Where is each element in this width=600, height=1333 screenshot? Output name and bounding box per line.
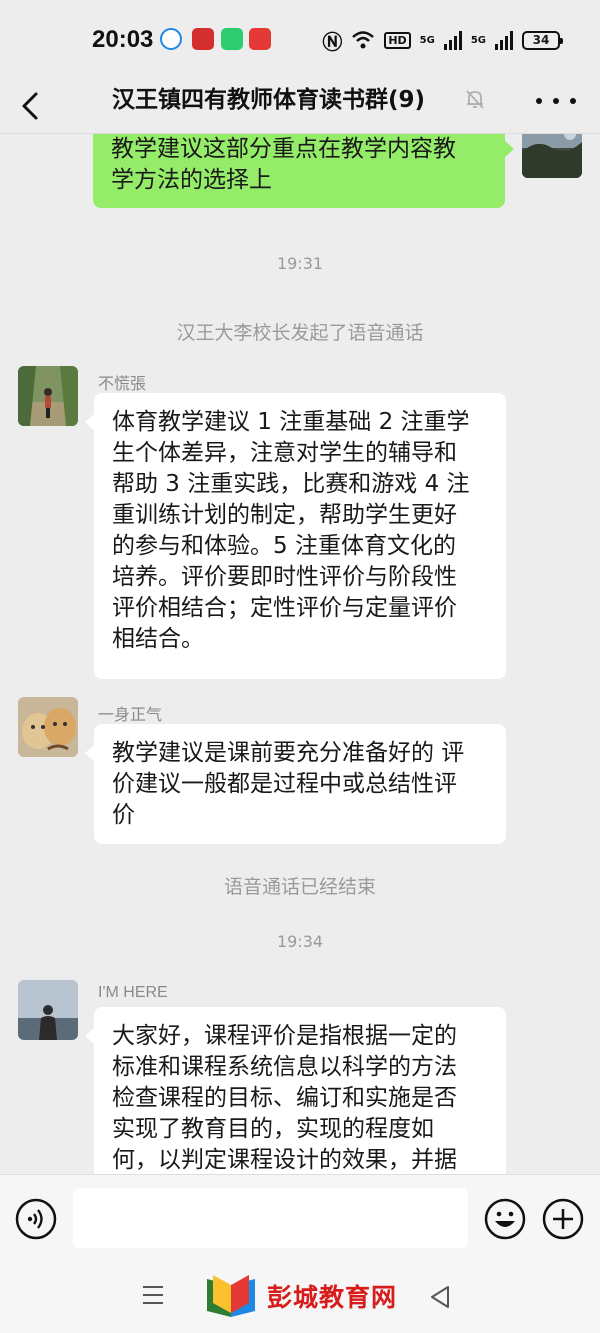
status-time: 20:03 [92, 26, 154, 53]
watermark-logo [207, 1275, 255, 1317]
plus-icon [542, 1198, 584, 1240]
system-icons: Ⓝ HD 5G 5G 34 [322, 28, 563, 54]
chat-title: 汉王镇四有教师体育读书群(9) [112, 87, 426, 113]
more-button[interactable] [536, 86, 576, 116]
sender-name: 不慌張 [98, 374, 147, 393]
timestamp: 19:34 [276, 932, 324, 951]
timestamp: 19:31 [276, 254, 324, 273]
message-bubble[interactable]: 大家好，课程评价是指根据一定的 标准和课程系统信息以科学的方法 检查课程的目标、… [85, 1007, 506, 1174]
hd-icon: HD [384, 31, 411, 49]
watermark: 彭城教育网 [205, 1266, 397, 1326]
sender-name: I'M HERE [98, 984, 168, 1001]
emoji-button[interactable] [483, 1197, 527, 1241]
back-button[interactable] [14, 86, 50, 126]
back-key-icon[interactable] [428, 1284, 452, 1310]
avatar[interactable] [18, 697, 78, 757]
chat-header: 汉王镇四有教师体育读书群(9) [0, 78, 600, 134]
status-bar: 20:03 Ⓝ HD 5G 5G 34 [0, 0, 600, 78]
back-icon [22, 92, 38, 120]
message-bubble[interactable]: 教学建议是课前要充分准备好的 评 价建议一般都是过程中或总结性评 价 [85, 724, 506, 844]
message-app-icon [221, 28, 243, 50]
more-icon [536, 98, 542, 104]
location-app-icon [160, 28, 182, 50]
voice-button[interactable] [14, 1197, 58, 1241]
message-list[interactable]: 教学建议这部分重点在教学内容教 学方法的选择上 19:31 汉王大李校长发起了语… [0, 134, 600, 1174]
battery-icon: 34 [522, 30, 563, 50]
system-nav-bar: 彭城教育网 [0, 1264, 600, 1333]
input-bar [0, 1174, 600, 1264]
menu-key-icon[interactable] [143, 1286, 163, 1306]
signal-label-1: 5G [419, 34, 435, 46]
self-avatar[interactable] [522, 134, 582, 178]
avatar[interactable] [18, 980, 78, 1040]
shop-app-icon [249, 28, 271, 50]
emoji-icon [484, 1198, 526, 1240]
wifi-icon [352, 31, 375, 49]
system-message: 语音通话已经结束 [223, 876, 376, 898]
plus-button[interactable] [541, 1197, 585, 1241]
message-bubble[interactable]: 体育教学建议 1 注重基础 2 注重学 生个体差异，注意对学生的辅导和 帮助 3… [85, 393, 506, 679]
sender-name: 一身正气 [98, 705, 163, 724]
signal-icon [495, 30, 513, 50]
message-input[interactable] [73, 1188, 468, 1248]
voice-icon [15, 1198, 57, 1240]
signal-icon [443, 30, 462, 50]
avatar[interactable] [18, 366, 78, 426]
signal-label-2: 5G [470, 34, 486, 46]
nfc-icon: Ⓝ [322, 29, 343, 54]
self-message-bubble[interactable]: 教学建议这部分重点在教学内容教 学方法的选择上 [93, 134, 514, 208]
system-message: 汉王大李校长发起了语音通话 [176, 322, 424, 344]
watermark-text: 彭城教育网 [267, 1283, 398, 1312]
mute-icon [466, 90, 484, 109]
news-app-icon [192, 28, 214, 50]
